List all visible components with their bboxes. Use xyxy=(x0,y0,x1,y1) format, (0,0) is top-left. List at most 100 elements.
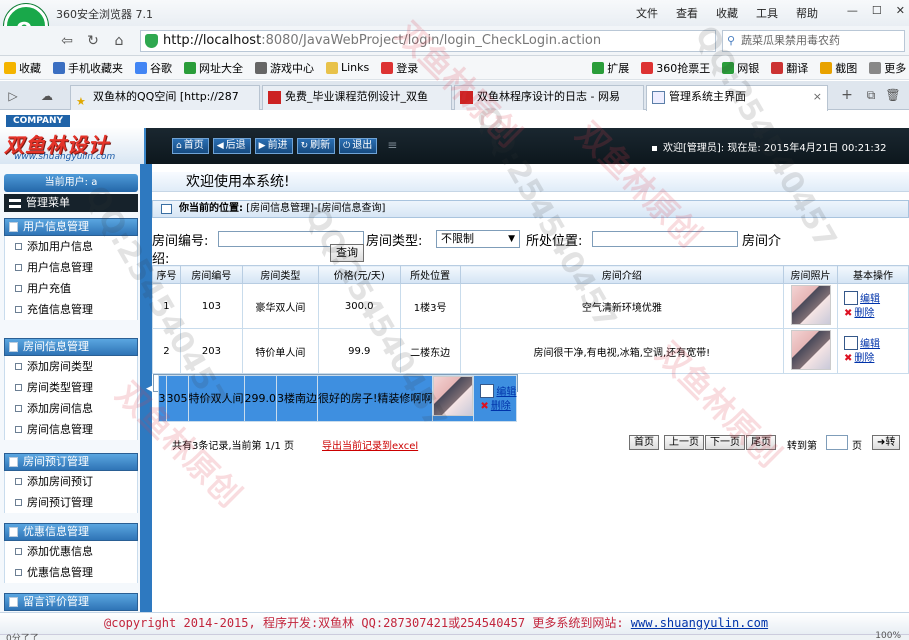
intro-input[interactable] xyxy=(788,231,906,247)
bookmark-item[interactable]: 手机收藏夹 xyxy=(53,60,123,76)
sidebar-group-header[interactable]: 用户信息管理 xyxy=(4,218,138,236)
sidebar-item-booking-manage[interactable]: 房间预订管理 xyxy=(4,492,138,513)
tab-admin-main[interactable]: 管理系统主界面 × xyxy=(646,85,828,111)
menu-view[interactable]: 查看 xyxy=(676,5,698,21)
nav-home-button[interactable]: ⌂ 首页 xyxy=(172,138,209,154)
sidebar-group-header[interactable]: 房间预订管理 xyxy=(4,453,138,471)
sidebar-item-label: 充值信息管理 xyxy=(27,303,93,316)
page-label: 页 xyxy=(852,441,862,452)
edit-icon xyxy=(844,336,859,350)
room-photo[interactable] xyxy=(790,329,831,370)
bookmark-item[interactable]: 网址大全 xyxy=(184,60,243,76)
tab-qq-space[interactable]: ★ 双鱼林的QQ空间 [http://287 xyxy=(70,85,260,110)
location-label: 所处位置: xyxy=(526,234,583,249)
bookmark-item[interactable]: 登录 xyxy=(381,60,418,76)
cloud-icon[interactable]: ☁ xyxy=(38,87,56,105)
edit-link[interactable]: 编辑 xyxy=(480,383,517,400)
bookmark-item[interactable]: 360抢票王 xyxy=(641,60,710,76)
bookmark-item[interactable]: 截图 xyxy=(820,60,857,76)
group-title: 房间预订管理 xyxy=(23,455,89,468)
footer-site-link[interactable]: www.shuangyulin.com xyxy=(631,616,768,630)
nav-back-button[interactable]: ◀ 后退 xyxy=(212,138,251,154)
close-tab-icon[interactable]: × xyxy=(813,86,822,108)
location-input[interactable] xyxy=(592,231,738,247)
sidebar-group-header[interactable]: 优惠信息管理 xyxy=(4,523,138,541)
delete-link[interactable]: ✖ 删除 xyxy=(844,352,908,366)
position-label: 你当前的位置: xyxy=(179,203,243,214)
company-tag: COMPANY xyxy=(6,115,70,127)
home-icon[interactable]: ⌂ xyxy=(110,32,128,50)
sidebar-item-room-type-manage[interactable]: 房间类型管理 xyxy=(4,377,138,398)
room-type-select[interactable]: 不限制 ▼ xyxy=(436,230,520,248)
sidebar-item-label: 房间信息管理 xyxy=(27,423,93,436)
trash-icon[interactable]: 🗑 xyxy=(884,86,902,104)
maximize-icon[interactable]: ☐ xyxy=(872,4,882,17)
bookmark-item[interactable]: 网银 xyxy=(722,60,759,76)
back-arrow-icon[interactable]: ⇦ xyxy=(58,32,76,50)
square-bullet-icon xyxy=(15,363,22,370)
sidebar-item-recharge[interactable]: 用户充值 xyxy=(4,278,138,299)
sidebar-item-add-room-type[interactable]: 添加房间类型 xyxy=(4,356,138,377)
bookmark-item[interactable]: 更多 xyxy=(869,60,906,76)
sidebar-item-add-user[interactable]: 添加用户信息 xyxy=(4,236,138,257)
menu-help[interactable]: 帮助 xyxy=(796,5,818,21)
nav-forward-button[interactable]: ▶ 前进 xyxy=(254,138,293,154)
table-row[interactable]: 1 103 豪华双人间 300.0 1楼3号 空气清新环境优雅 编辑 ✖ 删除 xyxy=(152,283,909,329)
tab-free-course[interactable]: 免费_毕业课程范例设计_双鱼 xyxy=(262,85,452,110)
sidebar-toggle-icon[interactable]: ▷ xyxy=(4,87,22,105)
table-row-selected[interactable]: 3 305 特价双人间 299.0 3楼南边 很好的房子!精装修啊啊 编辑 ✖ 删… xyxy=(152,374,519,422)
sidebar-item-promotion-manage[interactable]: 优惠信息管理 xyxy=(4,562,138,583)
group-title: 留言评价管理 xyxy=(23,595,89,608)
sidebar-group-header[interactable]: 房间信息管理 xyxy=(4,338,138,356)
bookmark-item[interactable]: 收藏 xyxy=(4,60,41,76)
sidebar-item-add-promotion[interactable]: 添加优惠信息 xyxy=(4,541,138,562)
prev-page-button[interactable]: 上一页 xyxy=(664,435,704,450)
bookmark-item[interactable]: 游戏中心 xyxy=(255,60,314,76)
reload-icon[interactable]: ↻ xyxy=(84,32,102,50)
cell-price: 299.0 xyxy=(243,375,277,422)
delete-link[interactable]: ✖ 删除 xyxy=(844,307,908,321)
delete-link[interactable]: ✖ 删除 xyxy=(480,400,516,414)
last-page-button[interactable]: 尾页 xyxy=(746,435,776,450)
edit-icon xyxy=(844,291,859,305)
restore-icon[interactable]: ⧉ xyxy=(862,86,880,104)
bookmark-item[interactable]: Links xyxy=(326,61,369,74)
next-page-button[interactable]: 下一页 xyxy=(705,435,745,450)
sidebar-group-header[interactable]: 留言评价管理 xyxy=(4,593,138,611)
sidebar-item-user-manage[interactable]: 用户信息管理 xyxy=(4,257,138,278)
close-icon[interactable]: ✕ xyxy=(896,4,905,17)
address-input[interactable]: http://localhost:8080/JavaWebProject/log… xyxy=(140,30,716,52)
room-photo[interactable] xyxy=(790,284,831,325)
go-button[interactable]: ➜转 xyxy=(872,435,901,450)
tab-blog[interactable]: 双鱼林程序设计的日志 - 网易 xyxy=(454,85,644,110)
edit-link[interactable]: 编辑 xyxy=(844,336,908,352)
first-page-button[interactable]: 首页 xyxy=(629,435,659,450)
web-page: COMPANY 双鱼林设计 www.shuangyulin.com ⌂ 首页 ◀ 后… xyxy=(0,111,909,640)
new-tab-icon[interactable]: + xyxy=(838,86,856,104)
table-row[interactable]: 2 203 特价单人间 99.9 二楼东边 房间很干净,有电视,冰箱,空调,还有… xyxy=(152,328,909,374)
edit-link[interactable]: 编辑 xyxy=(844,291,908,307)
sidebar-item-add-booking[interactable]: 添加房间预订 xyxy=(4,471,138,492)
bookmark-item[interactable]: 扩展 xyxy=(592,60,629,76)
query-button[interactable]: 查询 xyxy=(330,244,364,262)
edit-label: 编辑 xyxy=(496,386,517,398)
zoom-level[interactable]: 100% xyxy=(875,631,901,640)
sidebar-item-recharge-manage[interactable]: 充值信息管理 xyxy=(4,299,138,320)
nav-refresh-button[interactable]: ↻ 刷新 xyxy=(296,138,336,154)
menu-favorites[interactable]: 收藏 xyxy=(716,5,738,21)
browser-menu: 文件 查看 收藏 工具 帮助 xyxy=(636,5,818,21)
browser-search-input[interactable]: ⚲ 蔬菜瓜果禁用毒农药 xyxy=(722,30,905,52)
nav-logout-button[interactable]: ⏻ 退出 xyxy=(339,138,378,154)
page-number-input[interactable] xyxy=(826,435,848,450)
minimize-icon[interactable]: — xyxy=(847,4,858,17)
export-excel-link[interactable]: 导出当前记录到excel xyxy=(322,437,418,452)
room-photo[interactable] xyxy=(433,376,474,416)
menu-file[interactable]: 文件 xyxy=(636,5,658,21)
location-bar: 你当前的位置: [房间信息管理]-[房间信息查询] xyxy=(152,200,909,218)
sidebar-item-room-manage[interactable]: 房间信息管理 xyxy=(4,419,138,440)
intro-input-wrap[interactable] xyxy=(180,249,326,265)
menu-tools[interactable]: 工具 xyxy=(756,5,778,21)
bookmark-item[interactable]: 谷歌 xyxy=(135,60,172,76)
sidebar-item-add-room[interactable]: 添加房间信息 xyxy=(4,398,138,419)
bookmark-item[interactable]: 翻译 xyxy=(771,60,808,76)
